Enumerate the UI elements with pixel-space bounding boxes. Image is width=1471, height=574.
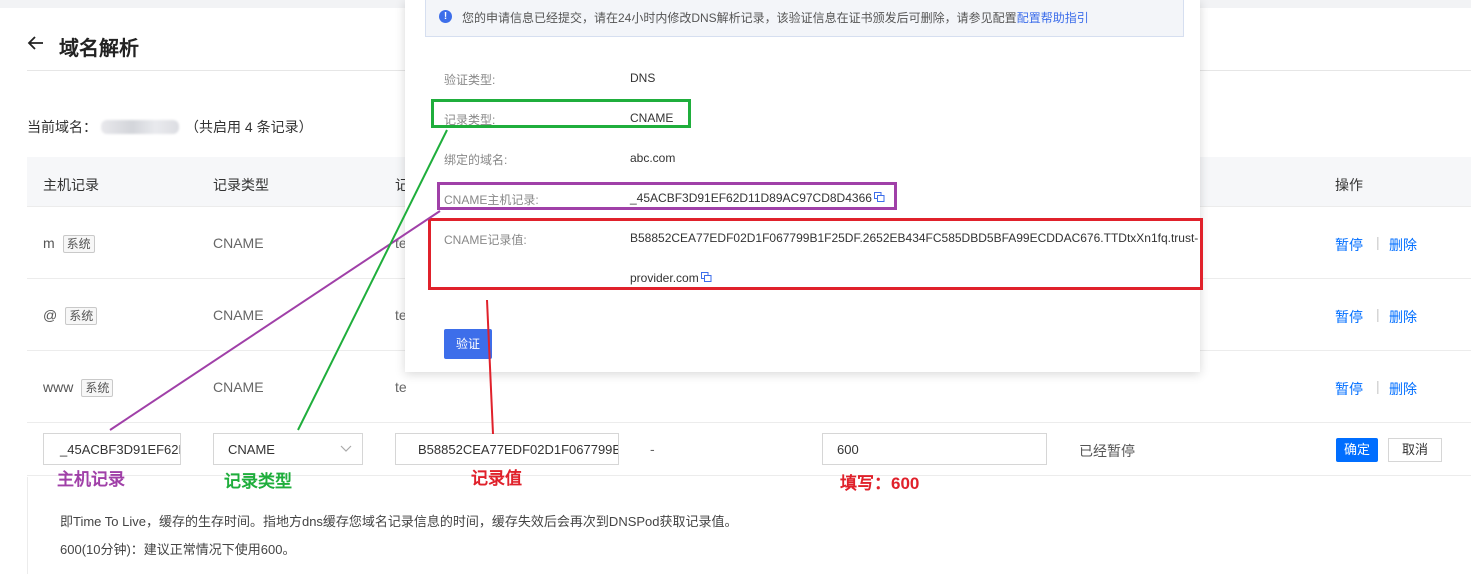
pause-button[interactable]: 暂停 bbox=[1335, 379, 1363, 399]
domain-prefix: 当前域名： bbox=[27, 119, 97, 135]
cname-host-label: CNAME主机记录: bbox=[444, 193, 539, 207]
annotation-label-host: 主机记录 bbox=[57, 470, 125, 489]
verify-button[interactable]: 验证 bbox=[444, 329, 492, 359]
record-count: （共启用 4 条记录） bbox=[185, 119, 313, 135]
header-action: 操作 bbox=[1335, 177, 1363, 193]
row-host: m 系统 bbox=[43, 235, 95, 253]
cname-value-line-2: provider.com bbox=[630, 271, 712, 285]
bound-domain-label: 绑定的域名: bbox=[444, 153, 508, 167]
cname-host-value: _45ACBF3D91EF62D11D89AC97CD8D4366 bbox=[630, 191, 885, 205]
row-host: www 系统 bbox=[43, 379, 114, 397]
record-type-select[interactable]: CNAME bbox=[213, 433, 363, 465]
confirm-button[interactable]: 确定 bbox=[1336, 438, 1378, 462]
record-type-value: CNAME bbox=[630, 111, 674, 125]
chevron-down-icon bbox=[340, 445, 352, 452]
back-arrow-icon[interactable] bbox=[27, 34, 45, 52]
action-separator: | bbox=[1376, 234, 1380, 250]
host-record-input[interactable]: _45ACBF3D91EF62D11D89AC97CD8D4366 bbox=[43, 433, 181, 465]
ttl-help-line-2: 600(10分钟)：建议正常情况下使用600。 bbox=[60, 542, 296, 557]
verify-type-label: 验证类型: bbox=[444, 73, 496, 87]
copy-icon[interactable] bbox=[700, 272, 712, 282]
cancel-button[interactable]: 取消 bbox=[1388, 438, 1442, 462]
row-type: CNAME bbox=[213, 307, 264, 323]
domain-name-blurred bbox=[101, 120, 179, 134]
bound-domain-value: abc.com bbox=[630, 151, 676, 165]
ttl-input[interactable]: 600 bbox=[822, 433, 1047, 465]
record-type-label: 记录类型: bbox=[444, 113, 496, 127]
row-value: te bbox=[395, 379, 407, 395]
annotation-label-value: 记录值 bbox=[471, 469, 522, 488]
cname-value-label: CNAME记录值: bbox=[444, 233, 527, 247]
current-domain-line: 当前域名： （共启用 4 条记录） bbox=[27, 117, 313, 137]
config-help-link[interactable]: 配置帮助指引 bbox=[1017, 11, 1089, 25]
verify-type-value: DNS bbox=[630, 71, 656, 85]
row-type: CNAME bbox=[213, 235, 264, 251]
info-icon: ! bbox=[439, 10, 452, 23]
ttl-help-line-1: 即Time To Live，缓存的生存时间。指地方dns缓存您域名记录信息的时间… bbox=[60, 514, 738, 529]
header-type: 记录类型 bbox=[213, 177, 269, 193]
record-type-selected: CNAME bbox=[228, 442, 275, 457]
system-tag: 系统 bbox=[62, 235, 95, 253]
record-status: 已经暂停 bbox=[1079, 443, 1135, 459]
delete-button[interactable]: 删除 bbox=[1389, 379, 1417, 399]
annotation-label-type: 记录类型 bbox=[224, 472, 292, 491]
delete-button[interactable]: 删除 bbox=[1389, 307, 1417, 327]
copy-icon[interactable] bbox=[873, 192, 885, 202]
notice-text: 您的申请信息已经提交，请在24小时内修改DNS解析记录，该验证信息在证书颁发后可… bbox=[462, 11, 1017, 25]
submit-notice: ! 您的申请信息已经提交，请在24小时内修改DNS解析记录，该验证信息在证书颁发… bbox=[425, 0, 1184, 37]
record-value-input[interactable]: B58852CEA77EDF02D1F067799B1F25DF.2652EB4… bbox=[395, 433, 619, 465]
pause-button[interactable]: 暂停 bbox=[1335, 235, 1363, 255]
header-host: 主机记录 bbox=[43, 177, 99, 193]
system-tag: 系统 bbox=[65, 307, 98, 325]
action-separator: | bbox=[1376, 378, 1380, 394]
system-tag: 系统 bbox=[81, 379, 114, 397]
annotation-label-ttl: 填写：600 bbox=[840, 474, 920, 493]
cname-value-line-1: B58852CEA77EDF02D1F067799B1F25DF.2652EB4… bbox=[630, 231, 1199, 245]
row-host: @ 系统 bbox=[43, 307, 98, 325]
page-title: 域名解析 bbox=[59, 38, 139, 60]
delete-button[interactable]: 删除 bbox=[1389, 235, 1417, 255]
line-placeholder: - bbox=[650, 441, 655, 457]
pause-button[interactable]: 暂停 bbox=[1335, 307, 1363, 327]
row-type: CNAME bbox=[213, 379, 264, 395]
dns-verification-dialog: ! 您的申请信息已经提交，请在24小时内修改DNS解析记录，该验证信息在证书颁发… bbox=[405, 0, 1200, 372]
action-separator: | bbox=[1376, 306, 1380, 322]
